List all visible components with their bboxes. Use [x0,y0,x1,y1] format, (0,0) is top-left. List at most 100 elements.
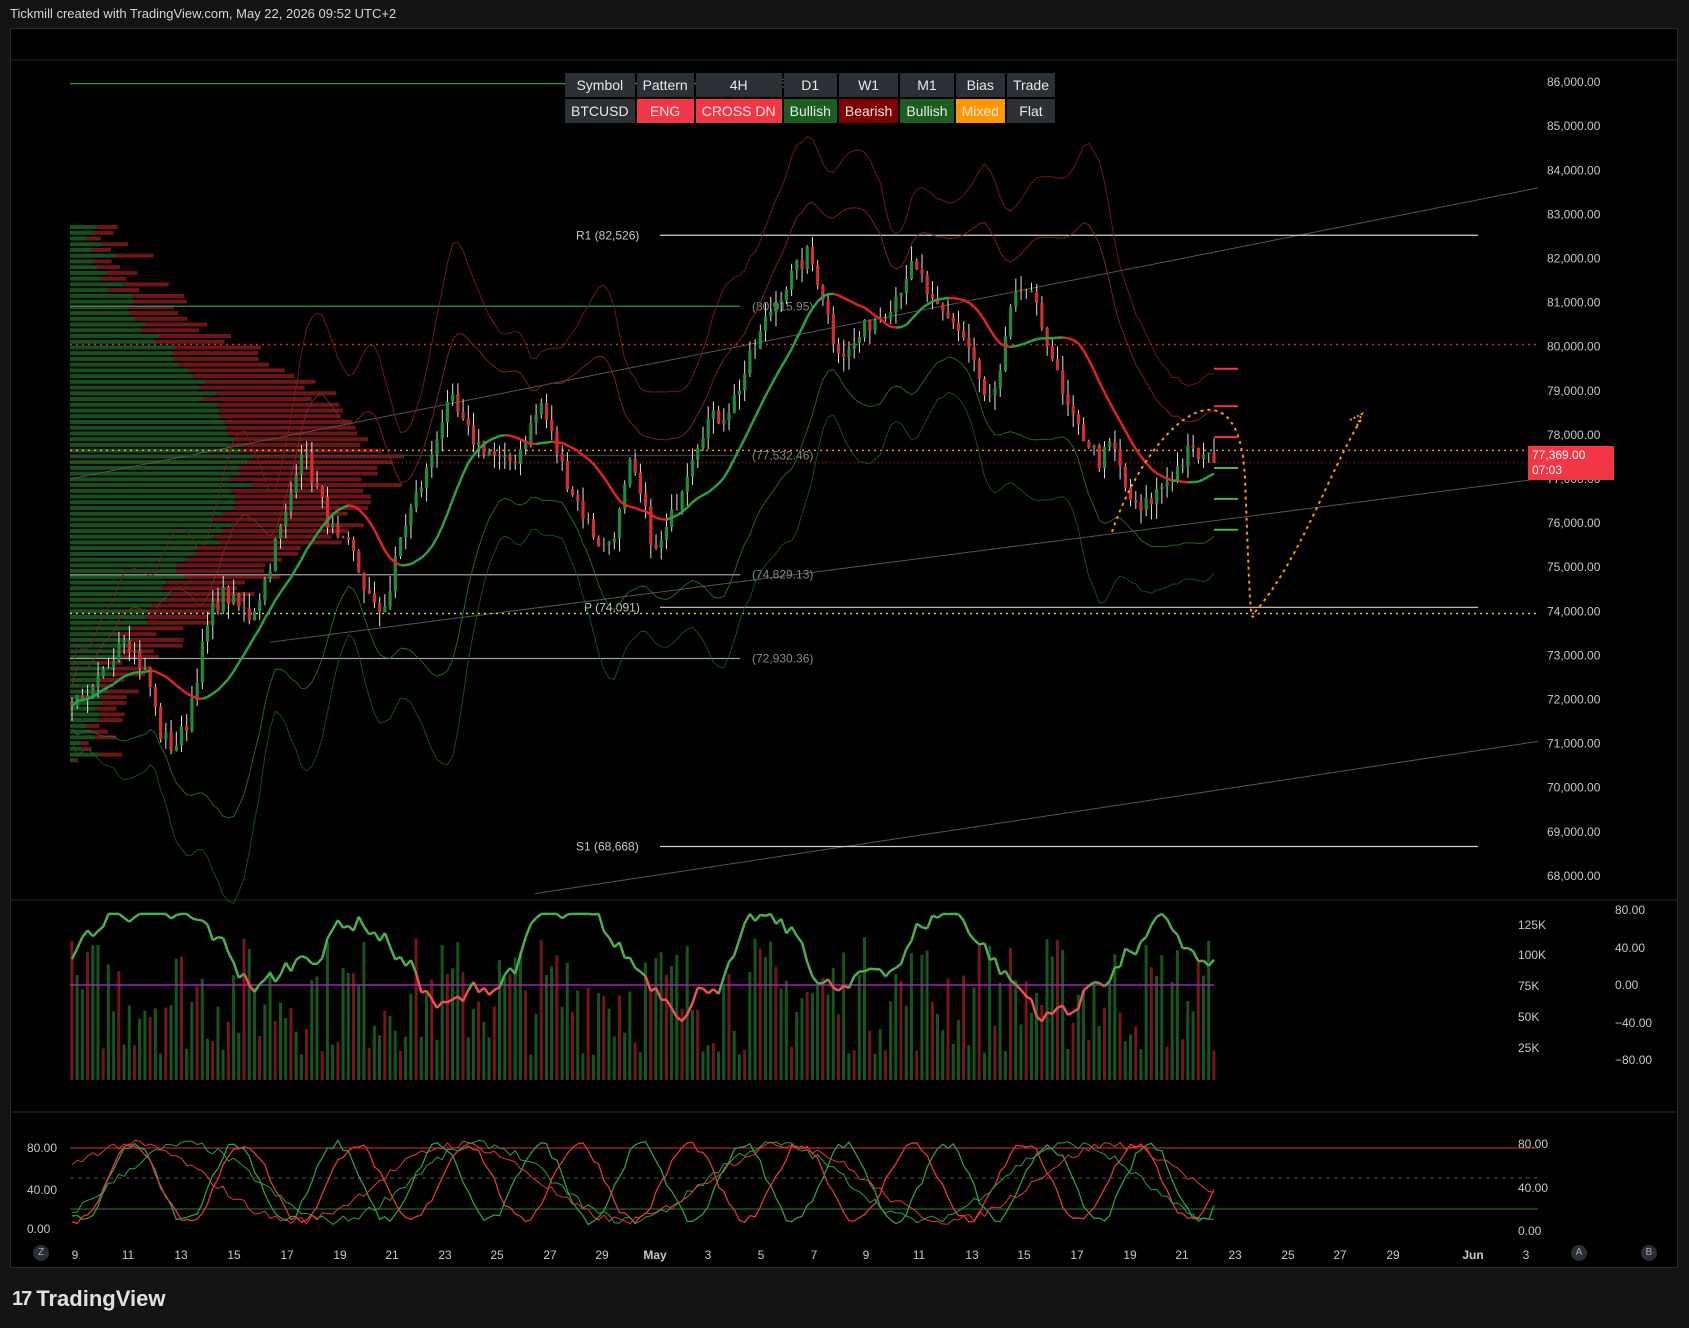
ma-segment [289,567,298,579]
oscillator-segment [176,912,182,917]
auto-scale-button[interactable]: A [1571,1245,1587,1261]
ma-segment [843,296,850,302]
volume-bar [284,1017,288,1080]
volume-bar [1097,1026,1101,1080]
candle-body [1123,466,1127,488]
volume-profile-bar [70,368,189,373]
candle-body [200,641,204,683]
ma-segment [973,305,981,314]
oscillator-segment [707,988,715,995]
candle-body [664,527,669,541]
ma-segment [968,301,975,308]
volume-bar [497,960,501,1080]
ma-segment [937,297,943,301]
volume-profile-bar [205,379,316,384]
oscillator-segment [760,913,766,917]
time-axis-tick: 21 [385,1248,399,1262]
ma-segment [279,584,287,594]
volume-axis-tick: 75K [1518,979,1539,993]
volume-bar [1108,981,1112,1080]
volume-bar [763,956,767,1080]
chart-canvas[interactable]: 86,000.00 85,000.00 84,000.00 83,000.00 82,0… [0,0,1689,1328]
price-axis-tick: 83,000.00 [1547,207,1601,221]
candle-body [1134,500,1138,503]
oscillator-segment [957,913,965,922]
candle-body [1045,327,1049,346]
volume-bar [336,1042,340,1080]
time-axis-tick: 3 [705,1248,712,1262]
candle-body [836,344,841,354]
candle-body [477,441,481,445]
volume-bar [388,1015,392,1080]
status-table: Symbol Pattern 4H D1 W1 M1 Bias Trade BTCUSD ENG… [563,71,1057,125]
oscillator-axis-tick: 40.00 [1615,941,1645,955]
oscillator-segment [1198,959,1204,963]
oscillator-segment [790,926,798,937]
ma-segment [186,692,193,698]
volume-bar [602,996,606,1080]
volume-bar [842,952,846,1080]
volume-bar [1160,954,1164,1080]
oscillator-segment [394,955,402,961]
ma-segment [295,558,303,569]
candle-body [1149,498,1154,505]
candle-body [701,438,705,449]
oscillator-segment [899,948,908,965]
ma-segment [774,366,783,377]
volume-profile-bar [70,379,206,384]
volume-profile-bar [70,569,177,574]
ma-segment [697,494,704,500]
brand-name: TradingView [36,1286,166,1311]
scale-b-button[interactable]: B [1641,1245,1657,1261]
ma-segment [1020,341,1027,346]
ma-segment [748,416,757,429]
volume-bar [169,1004,173,1080]
oscillator-segment [212,936,219,942]
volume-profile-bar [134,299,187,304]
oscillator-segment [780,918,788,934]
volume-bar [404,1036,408,1080]
oscillator-segment [165,912,172,920]
volume-bar [278,1002,282,1080]
volume-bar [571,1011,575,1080]
volume-bar [357,985,361,1080]
ma-segment [910,312,918,321]
candle-body [367,590,371,594]
candle-body [654,544,658,549]
oscillator-segment [529,917,538,925]
volume-bar [977,943,981,1080]
volume-axis-tick: 100K [1518,948,1546,962]
candle-body [529,422,533,444]
tradingview-brand[interactable]: 17 TradingView [12,1286,165,1312]
price-axis-tick: 85,000.00 [1547,119,1601,133]
ma-segment [921,303,928,310]
ma-segment [206,692,214,698]
volume-profile-bar [70,333,159,338]
timezone-button[interactable]: Z [33,1245,49,1261]
oscillator-segment [227,952,235,964]
volume-profile-bar [147,620,212,625]
price-axis-tick: 86,000.00 [1547,75,1601,89]
ma-segment [686,501,694,509]
volume-bar [383,1011,387,1080]
volume-profile-bar [70,345,176,350]
ma-segment [1145,462,1153,470]
candle-body [784,289,789,301]
volume-bar [456,942,460,1080]
volume-bar [1186,1000,1190,1080]
volume-profile-bar [97,265,120,270]
volume-profile-bar [199,385,305,390]
volume-bar [836,1014,840,1080]
volume-bar [86,951,90,1080]
volume-bar [153,1008,157,1080]
volume-bar [706,1045,710,1080]
volume-profile-bar [70,351,174,356]
candle-body [414,492,418,508]
candle-body [685,476,689,492]
oscillator-segment [1156,912,1163,918]
ma-segment [514,436,521,441]
volume-profile-bar [149,609,215,614]
candle-body [925,275,929,295]
volume-bar [529,1054,533,1080]
ma-segment [446,499,454,515]
